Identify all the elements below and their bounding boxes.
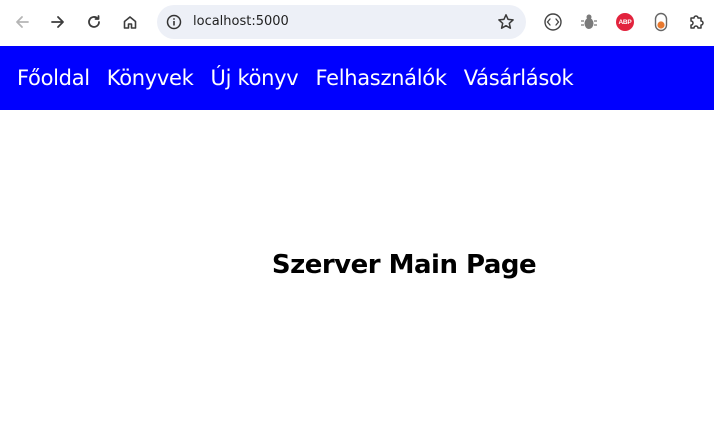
bookmark-star-icon[interactable] (496, 12, 516, 32)
reload-icon[interactable] (80, 8, 108, 36)
main-content: Szerver Main Page (0, 110, 714, 424)
back-icon[interactable] (8, 8, 36, 36)
nav-link-home[interactable]: Főoldal (17, 66, 90, 90)
translate-icon[interactable] (542, 11, 564, 33)
toggle-extension-icon[interactable] (650, 11, 672, 33)
site-navbar: Főoldal Könyvek Új könyv Felhasználók Vá… (0, 46, 714, 110)
nav-link-users[interactable]: Felhasználók (315, 66, 447, 90)
nav-link-new-book[interactable]: Új könyv (211, 66, 299, 90)
adblock-plus-icon[interactable]: ABP (614, 11, 636, 33)
abp-badge: ABP (616, 13, 634, 31)
url-text[interactable]: localhost:5000 (193, 13, 289, 31)
site-info-icon[interactable] (165, 13, 183, 31)
home-icon[interactable] (116, 8, 144, 36)
extensions-puzzle-icon[interactable] (686, 11, 708, 33)
forward-icon[interactable] (44, 8, 72, 36)
address-bar[interactable]: localhost:5000 (157, 5, 526, 39)
nav-link-books[interactable]: Könyvek (107, 66, 194, 90)
bug-icon[interactable] (578, 11, 600, 33)
nav-link-purchases[interactable]: Vásárlások (464, 66, 574, 90)
browser-toolbar: localhost:5000 ABP (0, 0, 714, 45)
page-title: Szerver Main Page (271, 250, 537, 280)
